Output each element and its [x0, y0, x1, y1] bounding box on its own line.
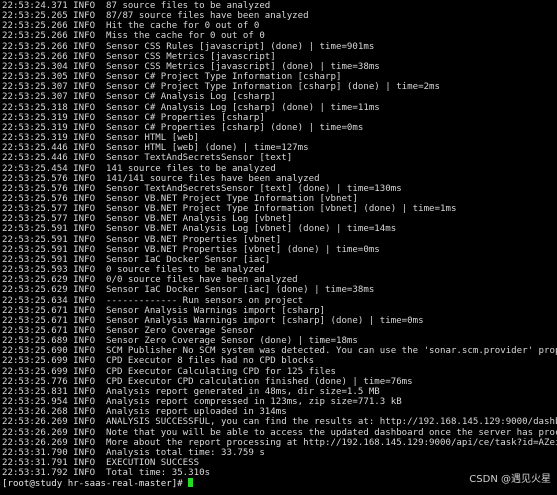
log-line: 22:53:25.690 INFO SCM Publisher No SCM s…	[2, 346, 557, 357]
terminal-window[interactable]: 22:53:24.371 INFO 87 source files to be …	[0, 0, 557, 495]
log-line: 22:53:25.629 INFO 0/0 source files have …	[2, 275, 298, 286]
log-line: 22:53:25.265 INFO 87/87 source files hav…	[2, 11, 309, 22]
log-line: 22:53:25.699 INFO CPD Executor 8 files h…	[2, 356, 315, 367]
log-line: 22:53:25.266 INFO Miss the cache for 0 o…	[2, 31, 265, 42]
log-line: 22:53:25.319 INFO Sensor C# Properties […	[2, 112, 265, 123]
log-line: 22:53:24.371 INFO 87 source files to be …	[2, 1, 271, 11]
log-line: 22:53:26.268 INFO Analysis report upload…	[2, 407, 287, 418]
log-line: 22:53:25.266 INFO Hit the cache for 0 ou…	[2, 21, 260, 32]
log-line: 22:53:25.776 INFO CPD Executor CPD calcu…	[2, 376, 413, 387]
log-line: 22:53:25.266 INFO Sensor CSS Rules [java…	[2, 41, 375, 52]
log-line: 22:53:25.266 INFO Sensor CSS Metrics [ja…	[2, 51, 276, 62]
log-line: 22:53:25.307 INFO Sensor C# Project Type…	[2, 82, 440, 93]
log-line: 22:53:25.576 INFO 141/141 source files h…	[2, 173, 320, 184]
log-line: 22:53:31.791 INFO EXECUTION SUCCESS	[2, 458, 200, 469]
log-line: 22:53:25.319 INFO Sensor C# Properties […	[2, 122, 364, 133]
log-line: 22:53:25.831 INFO Analysis report genera…	[2, 386, 380, 397]
log-line: 22:53:25.446 INFO Sensor TextAndSecretsS…	[2, 153, 293, 164]
log-line: 22:53:25.577 INFO Sensor VB.NET Analysis…	[2, 214, 293, 225]
log-line: 22:53:26.269 INFO More about the report …	[2, 437, 557, 448]
log-line: 22:53:25.689 INFO Sensor Zero Coverage S…	[2, 336, 358, 347]
log-line: 22:53:25.671 INFO Sensor Analysis Warnin…	[2, 315, 424, 326]
log-line: 22:53:25.671 INFO Sensor Zero Coverage S…	[2, 326, 254, 336]
log-line: 22:53:25.576 INFO Sensor TextAndSecretsS…	[2, 183, 402, 194]
log-line: 22:53:25.634 INFO ------------- Run sens…	[2, 295, 304, 306]
log-line: 22:53:25.305 INFO Sensor C# Project Type…	[2, 72, 342, 83]
log-line: 22:53:25.591 INFO Sensor VB.NET Analysis…	[2, 224, 397, 235]
log-line: 22:53:25.954 INFO Analysis report compre…	[2, 397, 402, 408]
log-line: 22:53:25.629 INFO Sensor IaC Docker Sens…	[2, 285, 375, 296]
log-line: 22:53:25.699 INFO CPD Executor Calculati…	[2, 366, 336, 377]
terminal-log-output: 22:53:24.371 INFO 87 source files to be …	[2, 1, 557, 478]
log-line: 22:53:25.446 INFO Sensor HTML [web] (don…	[2, 143, 309, 154]
log-line: 22:53:26.269 INFO ANALYSIS SUCCESSFUL, y…	[2, 417, 557, 428]
log-line: 22:53:25.591 INFO Sensor VB.NET Properti…	[2, 234, 282, 245]
watermark: CSDN @遇见火星	[467, 470, 553, 485]
log-line: 22:53:26.269 INFO Note that you will be …	[2, 427, 557, 438]
shell-prompt: [root@study hr-saas-real-master]#	[2, 479, 189, 489]
log-line: 22:53:25.454 INFO 141 source files to be…	[2, 163, 276, 174]
log-line: 22:53:31.790 INFO Analysis total time: 3…	[2, 447, 265, 458]
log-line: 22:53:25.671 INFO Sensor Analysis Warnin…	[2, 305, 326, 316]
text-cursor	[188, 478, 194, 488]
log-line: 22:53:25.591 INFO Sensor IaC Docker Sens…	[2, 254, 271, 265]
log-line: 22:53:25.304 INFO Sensor CSS Metrics [ja…	[2, 61, 380, 72]
log-line: 22:53:25.591 INFO Sensor VB.NET Properti…	[2, 244, 380, 255]
log-line: 22:53:25.576 INFO Sensor VB.NET Project …	[2, 193, 358, 204]
log-line: 22:53:25.593 INFO 0 source files to be a…	[2, 265, 265, 276]
log-line: 22:53:25.318 INFO Sensor C# Analysis Log…	[2, 102, 380, 113]
log-line: 22:53:25.577 INFO Sensor VB.NET Project …	[2, 204, 457, 215]
log-line: 22:53:25.307 INFO Sensor C# Analysis Log…	[2, 92, 276, 103]
log-line: 22:53:25.319 INFO Sensor HTML [web]	[2, 133, 200, 144]
